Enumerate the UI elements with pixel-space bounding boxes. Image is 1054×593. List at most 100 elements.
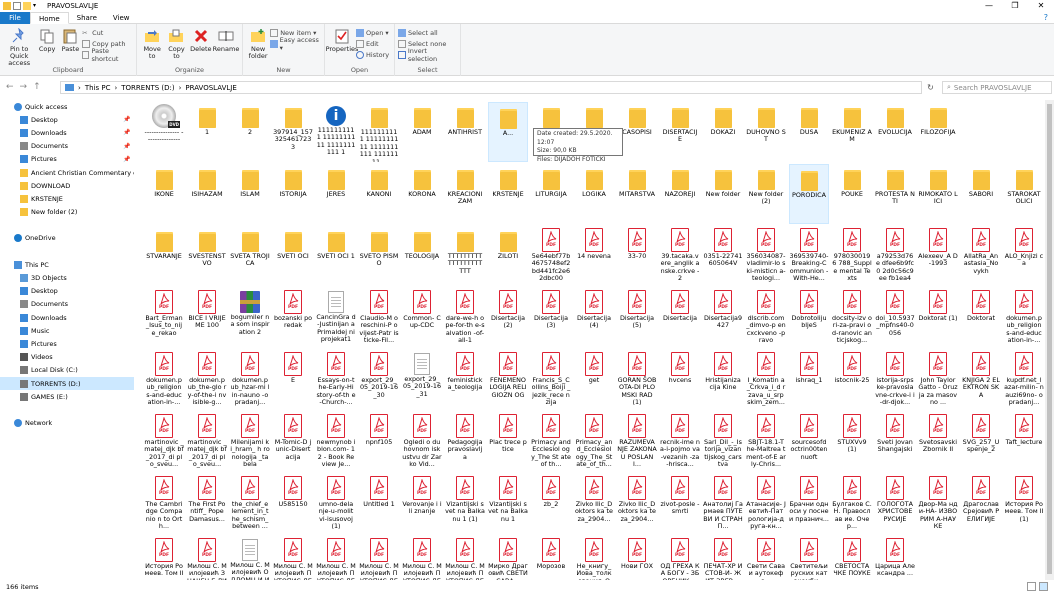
open-button[interactable]: Open ▾	[356, 28, 389, 37]
file-item[interactable]: PDF 9780300196 788_Supple mental Texts	[832, 226, 872, 286]
file-item[interactable]: PDF martinovic _matej_djk bf_2017_di plo_…	[187, 412, 227, 472]
file-item[interactable]: 397914_157 3254617233	[273, 102, 313, 162]
file-item[interactable]: PDF FENEMENO LOGIJA RELIGIOZN OG	[488, 350, 528, 410]
file-item[interactable]: DOKAZI	[703, 102, 743, 162]
file-item[interactable]: KREACIONI ZAM	[445, 164, 485, 224]
search-box[interactable]: ⌕ Search PRAVOSLAVLJE	[942, 81, 1052, 94]
file-item[interactable]: PDF Sarl_Dil_-_Is torija_vizan tijskog_ca…	[703, 412, 743, 472]
file-item[interactable]: PDF Атанасије- Јевтић-Пат рологија-д руга…	[746, 474, 786, 534]
file-item[interactable]: DVD --------------- ---------------	[144, 102, 184, 162]
file-item[interactable]: PDF recnik-ime na-i-pojmo va-vezanih -za-…	[660, 412, 700, 472]
file-item[interactable]: PDF 33-70	[617, 226, 657, 286]
file-item[interactable]: PDF Disertacija9 427	[703, 288, 743, 348]
file-item[interactable]: DUSA	[789, 102, 829, 162]
nav-item[interactable]: Pictures 📌	[0, 153, 134, 166]
file-item[interactable]: PDF dokumen.p ub_hzar-mi lin-nauno -oprad…	[230, 350, 270, 410]
file-item[interactable]: 1111111111 1111111111 1111111111 1111111…	[359, 102, 399, 162]
scroll-thumb[interactable]	[1047, 104, 1052, 574]
folder-icon[interactable]	[23, 2, 31, 10]
file-item[interactable]: export_29_ 05_2019-16 _31	[402, 350, 442, 410]
file-item[interactable]: FILOZOFIJA	[918, 102, 958, 162]
invert-selection-button[interactable]: Invert selection	[398, 47, 457, 63]
file-item[interactable]: IKONE	[144, 164, 184, 224]
file-item[interactable]: PDF M-Tomic-D junic-Disert acija	[273, 412, 313, 472]
back-button[interactable]: ←	[6, 82, 14, 92]
file-item[interactable]: KORONA	[402, 164, 442, 224]
file-item[interactable]: PDF Нови ГОХ	[617, 536, 657, 580]
file-item[interactable]: 2	[230, 102, 270, 162]
file-item[interactable]: PDF zb_2	[531, 474, 571, 534]
file-item[interactable]: PDF История Ромеев. Том II (1)	[1004, 474, 1044, 534]
file-item[interactable]: PDF zivot-posle -smrti	[660, 474, 700, 534]
file-item[interactable]: EKUMENIZ AM	[832, 102, 872, 162]
file-item[interactable]: PDF ГОЛОГОТА ХРИСТОВЕ РУСИЈЕ	[875, 474, 915, 534]
file-item[interactable]: 1	[187, 102, 227, 162]
file-item[interactable]: PDF AllatRa_An astasia_No vykh	[961, 226, 1001, 286]
file-item[interactable]: PDF npnf105	[359, 412, 399, 472]
file-item[interactable]: PDF Vizantijski svet na Balkanu 1 (1)	[445, 474, 485, 534]
file-item[interactable]: PDF 39.tacaka.v ere_anglik anske.crkve -2	[660, 226, 700, 286]
file-item[interactable]: PDF get	[574, 350, 614, 410]
file-item[interactable]: PDF a79253d76e dfee6b9fc0 2d0c56c9ee fb1e…	[875, 226, 915, 286]
file-item[interactable]: A...	[488, 102, 528, 162]
file-item[interactable]: PDF export_29_ 05_2019-16 _30	[359, 350, 399, 410]
file-item[interactable]: PDF dokumen.p ub_religion s-and-educ atio…	[144, 350, 184, 410]
up-button[interactable]: ↑	[33, 82, 41, 92]
nav-item[interactable]: TORRENTS (D:)	[0, 376, 134, 391]
tab-home[interactable]: Home	[30, 11, 69, 24]
file-item[interactable]: SVETI OCI	[273, 226, 313, 286]
file-item[interactable]: PDF dokumen.p ub_religion s-and-educ atio…	[1004, 288, 1044, 348]
file-item[interactable]: PDF BICE I VRIJEME 100	[187, 288, 227, 348]
file-item[interactable]: PDF Francis_S_C ollins_Boiji _jezik_rece …	[531, 350, 571, 410]
file-item[interactable]: RIMOKATO LICI	[918, 164, 958, 224]
file-item[interactable]: PROTESTA NTI	[875, 164, 915, 224]
breadcrumb-folder[interactable]: PRAVOSLAVLJE	[185, 84, 236, 92]
tab-share[interactable]: Share	[69, 12, 105, 24]
vertical-scrollbar[interactable]	[1045, 100, 1054, 580]
file-item[interactable]: PDFСвети Сава и аутокефа...	[746, 536, 786, 580]
file-item[interactable]: PDF Disertacija	[660, 288, 700, 348]
file-item[interactable]: PDF E	[273, 350, 313, 410]
nav-item[interactable]: OneDrive	[0, 232, 134, 245]
file-item[interactable]: PORODICA	[789, 164, 829, 224]
file-item[interactable]: TTTTTTTTT TTTTTTTTT TTT	[445, 226, 485, 286]
file-item[interactable]: PDF Svetosavski Zbornik II	[918, 412, 958, 472]
file-item[interactable]: ISLAM	[230, 164, 270, 224]
file-item[interactable]: PDF ishraq_1	[789, 350, 829, 410]
file-item[interactable]: PDF The Cambridge Companio n to Orth...	[144, 474, 184, 534]
file-item[interactable]: PDF Verovanje i ili znanje	[402, 474, 442, 534]
file-item[interactable]: PDFОД ГРЕХА КА БОГУ - ЗБОРЕНИК ...	[660, 536, 700, 580]
nav-item[interactable]: KRSTENJE	[0, 192, 134, 205]
file-item[interactable]: PDF istorija-srps ke-pravosla vne-crkve-i…	[875, 350, 915, 410]
file-item[interactable]: PDFМилош С. Милојевић ЗНАЧЕЊЕ ЛИЧНИХ...	[187, 536, 227, 580]
breadcrumb-drive[interactable]: TORRENTS (D:)	[121, 84, 174, 92]
file-item[interactable]: KRSTENJE	[488, 164, 528, 224]
file-item[interactable]: PDF Ogledi o duhovnom iskustvu dr Zarko V…	[402, 412, 442, 472]
nav-item[interactable]: Documents	[0, 298, 134, 311]
file-item[interactable]: PDF Царица Александра ...	[875, 536, 915, 580]
file-item[interactable]: STAROKAT OLICI	[1004, 164, 1044, 224]
refresh-button[interactable]: ↻	[924, 81, 937, 94]
file-item[interactable]: PDF Морозов	[531, 536, 571, 580]
file-item[interactable]: PDF Alexeev_A D-1993	[918, 226, 958, 286]
file-item[interactable]: PDFСветитељи руских катакомби...	[789, 536, 829, 580]
file-item[interactable]: PDF I_Komatin a_Crkva_i_d rzava_u_srp ski…	[746, 350, 786, 410]
file-item[interactable]: CASOPISI	[617, 102, 657, 162]
nav-item[interactable]: Desktop 📌	[0, 113, 134, 126]
file-item[interactable]: PDF newmynob iblon.com- 12 - Book Review …	[316, 412, 356, 472]
file-item[interactable]: PDF Анатолиј Гармаев ПУТЕВИ И СТРАНП...	[703, 474, 743, 534]
file-item[interactable]: PDF 5e64ebf77b 4675748ef2 bd441fc2e6 2dbc…	[531, 226, 571, 286]
forward-button[interactable]: →	[20, 82, 28, 92]
nav-item[interactable]: Videos	[0, 351, 134, 364]
nav-item[interactable]: Pictures	[0, 337, 134, 350]
nav-item[interactable]: 3D Objects	[0, 271, 134, 284]
nav-item[interactable]: Documents 📌	[0, 140, 134, 153]
file-item[interactable]: LOGIKA	[574, 164, 614, 224]
file-item[interactable]: PDFМилош С. Милојевић ПУТОПИС ДЕЛА...	[273, 536, 313, 580]
file-item[interactable]: PDF bozanski poredak	[273, 288, 313, 348]
file-item[interactable]: PDF dokumen.p ub_the-glo ry-of-the-i nvis…	[187, 350, 227, 410]
file-item[interactable]: PDF 0351-22741 605064V	[703, 226, 743, 286]
file-item[interactable]: PDF СВЕТОСТА ЧКЕ ПОУКЕ	[832, 536, 872, 580]
nav-item[interactable]: Network	[0, 417, 134, 430]
file-item[interactable]: PDF Vizantijski svet na Balkanu 1	[488, 474, 528, 534]
